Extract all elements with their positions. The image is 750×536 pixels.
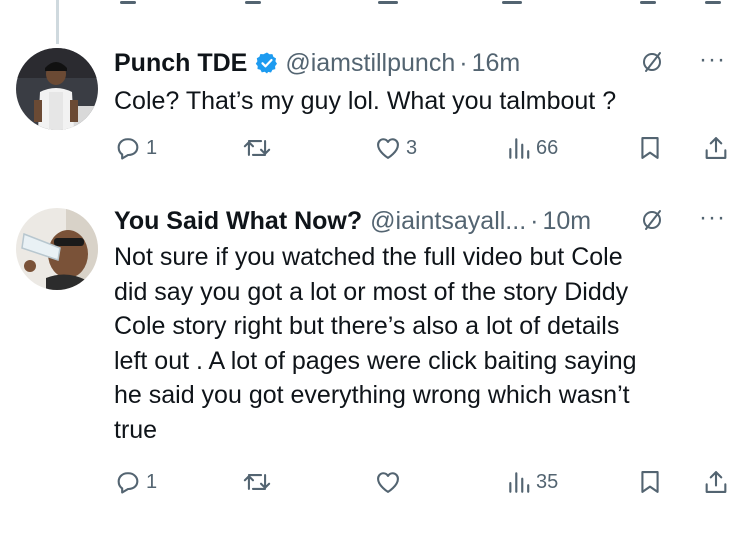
retweet-icon [243, 474, 271, 490]
grok-icon[interactable] [640, 208, 664, 239]
share-button[interactable] [702, 468, 730, 496]
tweet-text-line: left out . A lot of pages were click bai… [114, 346, 637, 375]
tweet-text-line: Cole story right but there’s also a lot … [114, 312, 620, 340]
tweet-text-line: did say you got a lot or most of the sto… [114, 277, 629, 306]
reply-icon [117, 472, 139, 494]
bookmark-button[interactable] [636, 468, 664, 496]
tweet-text: Cole? That’s my guy lol. What you talmbo… [114, 87, 617, 115]
handle[interactable]: @iamstillpunch [285, 49, 455, 78]
tweet[interactable]: Punch TDE @iamstillpunch · 16m ··· Cole?… [0, 0, 750, 190]
reply-count: 1 [146, 136, 158, 159]
reply-button[interactable]: 1 [114, 468, 157, 496]
views-icon [509, 138, 530, 159]
avatar-image [16, 208, 98, 290]
like-icon [377, 472, 399, 493]
reply-button[interactable]: 1 [114, 134, 157, 162]
retweet-icon [243, 140, 271, 156]
retweet-button[interactable] [242, 468, 276, 496]
separator-dot: · [530, 206, 539, 235]
views-button[interactable]: 35 [506, 468, 558, 496]
share-icon [705, 137, 727, 159]
tweet-header: You Said What Now? @iaintsayall... · 10m… [114, 204, 732, 238]
tweet-text-line: Not sure if you watched the full video b… [114, 243, 623, 271]
tweet-text-line: he said you got everything wrong which w… [114, 381, 630, 409]
bookmark-button[interactable] [636, 134, 664, 162]
timestamp[interactable]: 16m [472, 49, 521, 78]
share-button[interactable] [702, 134, 730, 162]
like-icon [377, 138, 399, 159]
avatar[interactable] [16, 208, 98, 290]
views-button[interactable]: 66 [506, 134, 558, 162]
tweet-actions: 1 35 [114, 468, 734, 498]
display-name[interactable]: You Said What Now? [114, 207, 362, 236]
like-button[interactable]: 3 [374, 134, 417, 162]
avatar[interactable] [16, 48, 98, 130]
avatar-image [16, 48, 98, 130]
separator-dot: · [459, 48, 468, 77]
bookmark-icon [641, 137, 659, 159]
reply-count: 1 [146, 470, 158, 493]
bookmark-icon [641, 471, 659, 493]
handle[interactable]: @iaintsayall... [370, 207, 526, 236]
views-icon [509, 472, 530, 493]
tweet-text: Not sure if you watched the full video b… [114, 240, 734, 447]
verified-badge-icon [255, 51, 279, 75]
timestamp[interactable]: 10m [542, 207, 591, 236]
tweet-header: Punch TDE @iamstillpunch · 16m ··· [114, 46, 732, 80]
view-count: 35 [536, 470, 559, 493]
reply-icon [117, 138, 139, 160]
like-button[interactable] [374, 468, 406, 496]
more-options-icon[interactable]: ··· [699, 204, 726, 232]
tweet-actions: 1 3 66 [114, 134, 734, 164]
like-count: 3 [406, 136, 418, 159]
display-name[interactable]: Punch TDE [114, 49, 247, 78]
grok-icon[interactable] [640, 50, 664, 81]
tweet[interactable]: You Said What Now? @iaintsayall... · 10m… [0, 190, 750, 536]
more-options-icon[interactable]: ··· [699, 46, 726, 74]
retweet-button[interactable] [242, 134, 276, 162]
view-count: 66 [536, 136, 559, 159]
share-icon [705, 471, 727, 493]
tweet-text-line: true [114, 415, 158, 444]
